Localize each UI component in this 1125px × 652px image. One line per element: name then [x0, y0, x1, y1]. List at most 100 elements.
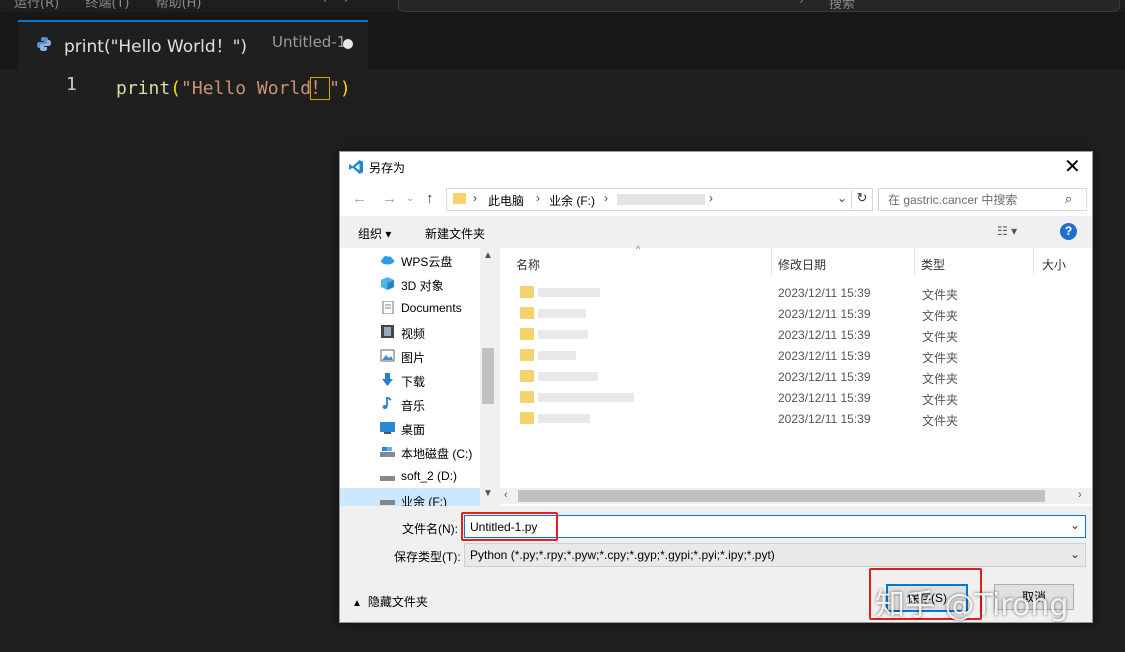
search-box[interactable]: ⌕ [878, 188, 1087, 211]
file-row[interactable]: 2023/12/11 15:39 文件夹 [500, 387, 1092, 408]
navigation-pane: WPS云盘 3D 对象 Documents 视频 图片 下载 音乐 桌面 本地磁… [340, 248, 496, 506]
file-row[interactable]: 2023/12/11 15:39 文件夹 [500, 408, 1092, 429]
drive-icon [380, 476, 395, 481]
blurred-filename [538, 330, 588, 339]
column-name-label: 名称 [516, 258, 541, 272]
hide-folders-toggle[interactable]: ▲ 隐藏文件夹 [352, 593, 428, 610]
save-as-dialog: 另存为 ✕ ← → ⌄ ↑ › 此电脑 › 业余 (F:) › › ⌄ ↻ ⌕ … [339, 151, 1093, 623]
document-icon [382, 301, 394, 314]
chevron-down-icon[interactable]: ⌄ [1070, 518, 1080, 532]
file-date: 2023/12/11 15:39 [778, 391, 871, 405]
column-header-name[interactable]: 名称 ^ [500, 244, 770, 276]
menu-terminal[interactable]: 终端(T) [85, 0, 129, 11]
nav-item-music[interactable]: 音乐 [340, 392, 480, 416]
scroll-up-icon[interactable]: ▲ [483, 250, 493, 261]
cube-icon [381, 277, 394, 290]
folder-icon [520, 349, 534, 361]
code-highlighted-char: ！ [310, 77, 331, 100]
nav-item-desktop[interactable]: 桌面 [340, 416, 480, 440]
python-icon [37, 37, 51, 51]
file-row[interactable]: 2023/12/11 15:39 文件夹 [500, 366, 1092, 387]
breadcrumb-separator: › [536, 191, 540, 205]
scrollbar-thumb[interactable] [518, 490, 1045, 502]
scroll-left-icon[interactable]: ‹ [504, 489, 508, 501]
new-folder-button[interactable]: 新建文件夹 [425, 225, 485, 242]
unsaved-dot-icon[interactable] [343, 39, 353, 49]
organize-button[interactable]: 组织 ▾ [358, 225, 391, 242]
help-icon[interactable]: ? [1060, 223, 1077, 240]
menu-help[interactable]: 帮助(H) [156, 0, 202, 11]
column-header-type[interactable]: 类型 [915, 248, 1033, 276]
view-options-icon[interactable]: ☷ ▾ [997, 224, 1017, 238]
scroll-right-icon[interactable]: › [1078, 489, 1082, 501]
horizontal-scrollbar[interactable]: ‹ › [500, 488, 1092, 504]
drive-icon [380, 500, 395, 505]
blurred-filename [538, 393, 634, 402]
column-size-label: 大小 [1042, 258, 1067, 272]
code-string-end: " [329, 78, 340, 99]
file-type: 文件夹 [922, 372, 959, 386]
file-row[interactable]: 2023/12/11 15:39 文件夹 [500, 345, 1092, 366]
column-header-size[interactable]: 大小 [1034, 248, 1092, 276]
breadcrumb-this-pc[interactable]: 此电脑 [488, 192, 524, 209]
folder-icon [520, 307, 534, 319]
history-dropdown-icon[interactable]: ⌄ [406, 193, 414, 204]
nav-scrollbar[interactable]: ▲ ▼ [480, 248, 496, 506]
command-center-label: 搜索 [829, 0, 856, 12]
nav-item-drive-d[interactable]: soft_2 (D:) [340, 464, 480, 488]
nav-item-label: 业余 (F:) [401, 495, 447, 506]
nav-item-documents[interactable]: Documents [340, 296, 480, 320]
forward-arrow-icon[interactable]: → [382, 190, 397, 207]
folder-icon [453, 193, 466, 204]
folder-icon [520, 370, 534, 382]
filetype-value: Python (*.py;*.rpy;*.pyw;*.cpy;*.gyp;*.g… [470, 548, 775, 562]
filetype-select[interactable]: Python (*.py;*.rpy;*.pyw;*.cpy;*.gyp;*.g… [464, 543, 1086, 567]
folder-icon [520, 412, 534, 424]
breadcrumb-separator: › [473, 191, 477, 205]
nav-item-wps-cloud[interactable]: WPS云盘 [340, 248, 480, 272]
column-header-date[interactable]: 修改日期 [772, 248, 914, 276]
menu-run[interactable]: 运行(R) [14, 0, 59, 11]
file-row[interactable]: 2023/12/11 15:39 文件夹 [500, 282, 1092, 303]
search-input[interactable] [879, 189, 1070, 210]
nav-item-downloads[interactable]: 下载 [340, 368, 480, 392]
toolbar: 组织 ▾ 新建文件夹 ☷ ▾ ? [340, 216, 1092, 248]
file-row[interactable]: 2023/12/11 15:39 文件夹 [500, 324, 1092, 345]
nav-item-label: soft_2 (D:) [401, 469, 458, 483]
file-date: 2023/12/11 15:39 [778, 349, 871, 363]
file-date: 2023/12/11 15:39 [778, 412, 871, 426]
code-paren-open: ( [170, 78, 182, 99]
vscode-icon [349, 160, 363, 174]
code-line[interactable]: print("Hello World！") [116, 74, 351, 100]
scroll-down-icon[interactable]: ▼ [483, 488, 493, 499]
blurred-filename [538, 414, 590, 423]
nav-arrows[interactable]: ‹ › [322, 0, 349, 7]
refresh-icon[interactable]: ↻ [851, 190, 872, 209]
nav-item-3d-objects[interactable]: 3D 对象 [340, 272, 480, 296]
chevron-right-icon: › [799, 0, 805, 8]
folder-icon [520, 328, 534, 340]
highlight-box [461, 512, 558, 541]
hide-folders-label: 隐藏文件夹 [367, 595, 428, 609]
back-arrow-icon[interactable]: ← [352, 190, 367, 207]
editor-tab[interactable]: print("Hello World！") Untitled-1 [18, 20, 368, 72]
breadcrumb-drive-f[interactable]: 业余 (F:) [549, 192, 595, 209]
drive-icon [380, 447, 395, 457]
nav-item-drive-c[interactable]: 本地磁盘 (C:) [340, 440, 480, 464]
scrollbar-thumb[interactable] [482, 348, 494, 404]
chevron-down-icon[interactable]: ⌄ [837, 191, 847, 205]
file-row[interactable]: 2023/12/11 15:39 文件夹 [500, 303, 1092, 324]
command-center[interactable]: › 搜索 [398, 0, 1120, 12]
up-arrow-icon[interactable]: ↑ [426, 190, 434, 207]
search-icon[interactable]: ⌕ [1065, 191, 1072, 207]
code-string: "Hello World [181, 78, 312, 99]
file-list: 名称 ^ 修改日期 类型 大小 2023/12/11 15:39 文件夹 2023/… [500, 244, 1092, 506]
nav-item-drive-f[interactable]: 业余 (F:) [340, 488, 480, 506]
folder-icon [520, 286, 534, 298]
file-type: 文件夹 [922, 351, 959, 365]
nav-item-videos[interactable]: 视频 [340, 320, 480, 344]
address-bar[interactable]: › 此电脑 › 业余 (F:) › › ⌄ ↻ [446, 188, 873, 211]
nav-item-pictures[interactable]: 图片 [340, 344, 480, 368]
chevron-down-icon[interactable]: ⌄ [1070, 547, 1080, 561]
close-icon[interactable]: ✕ [1064, 154, 1081, 179]
